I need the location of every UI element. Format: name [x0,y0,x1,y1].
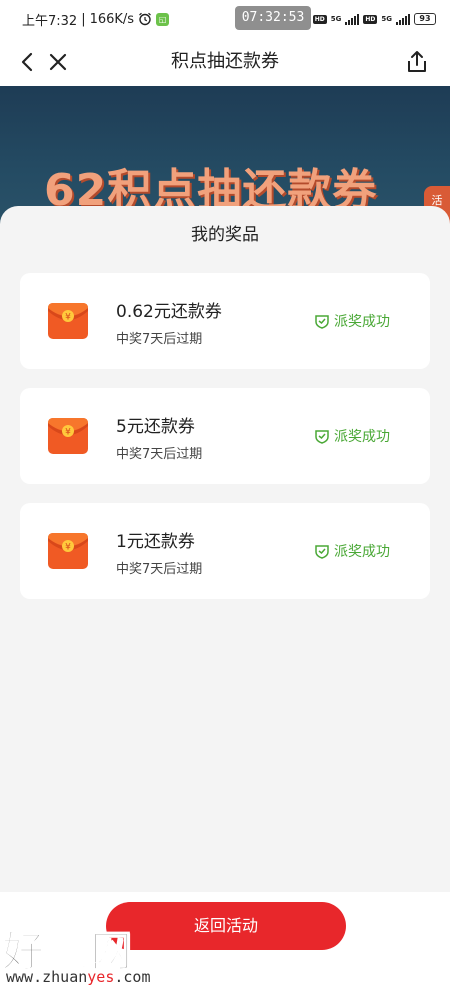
network-type-label: 5G [330,14,342,23]
prize-card: ¥ 0.62元还款券 中奖7天后过期 派奖成功 [20,273,430,369]
prize-name: 0.62元还款券 [116,302,222,322]
signal-icon-2 [396,13,410,25]
status-bar: 上午7:32 | 166K/s ◱ 07:32:53 HD 5G HD 5G 9… [0,0,450,38]
prize-expiry: 中奖7天后过期 [116,332,203,347]
prize-status-label: 派奖成功 [334,429,390,445]
clock-overlay: 07:32:53 [235,6,311,30]
prize-status: 派奖成功 [314,541,390,561]
network-type-label-2: 5G [381,14,392,23]
prize-card: ¥ 5元还款券 中奖7天后过期 派奖成功 [20,388,430,484]
prize-status: 派奖成功 [314,311,390,331]
red-envelope-icon: ¥ [48,418,88,454]
app-notification-icon: ◱ [156,12,170,26]
prize-expiry: 中奖7天后过期 [116,562,203,577]
bottom-bar: 返回活动 好赚网 www.zhuanyes.com [0,892,450,1000]
watermark-url-prefix: www.zhuan [6,968,88,986]
prize-sheet: 我的奖品 ¥ 0.62元还款券 中奖7天后过期 派奖成功 ¥ 5元还款券 中奖7… [0,206,450,892]
watermark-url-suffix: .com [114,968,151,986]
return-to-activity-button[interactable]: 返回活动 [106,902,346,950]
activity-banner: 62积点抽还款券 活 [0,86,450,226]
prize-status-label: 派奖成功 [334,314,390,330]
status-left: 上午7:32 | 166K/s ◱ [22,10,170,29]
page-title: 积点抽还款券 [171,51,279,72]
status-right: HD 5G HD 5G 93 [312,0,436,38]
status-divider: | [81,11,86,27]
red-envelope-icon: ¥ [48,533,88,569]
sheet-title: 我的奖品 [191,225,259,245]
hd-badge-2: HD [363,14,378,24]
prize-status-label: 派奖成功 [334,544,390,560]
hd-badge: HD [312,14,327,24]
red-envelope-icon: ¥ [48,303,88,339]
prize-expiry: 中奖7天后过期 [116,447,203,462]
prize-name: 5元还款券 [116,417,195,437]
shield-check-icon [315,315,329,329]
alarm-icon [139,12,151,26]
shield-check-icon [315,430,329,444]
prize-name: 1元还款券 [116,532,195,552]
signal-icon [345,13,360,25]
svg-text:¥: ¥ [65,428,71,438]
prize-card: ¥ 1元还款券 中奖7天后过期 派奖成功 [20,503,430,599]
status-time: 上午7:32 [22,13,78,29]
shield-check-icon [315,545,329,559]
network-speed: 166K/s [89,11,135,27]
watermark-url-highlight: yes [87,968,115,986]
prize-status: 派奖成功 [314,426,390,446]
svg-text:¥: ¥ [65,313,71,323]
watermark-url: www.zhuanyes.com [6,968,151,986]
battery-icon: 93 [414,13,436,25]
nav-bar: 积点抽还款券 [0,38,450,86]
svg-text:¥: ¥ [65,543,71,553]
share-icon[interactable] [404,49,430,75]
